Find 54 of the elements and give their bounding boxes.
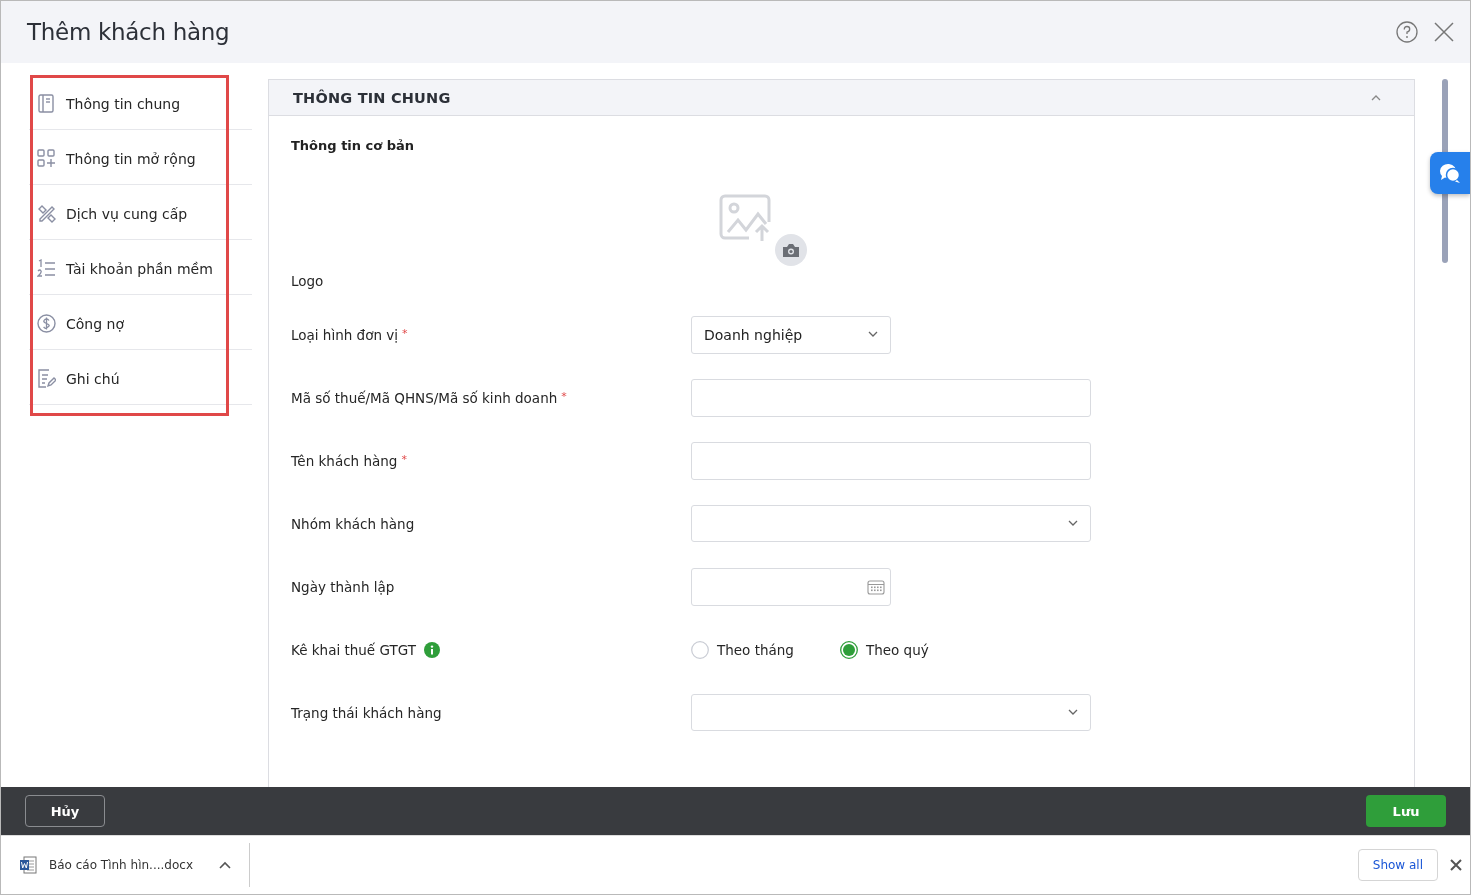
field-label: Ngày thành lập [291,578,395,595]
input-field[interactable] [691,441,1091,480]
caret-up-icon[interactable] [219,861,231,869]
chat-bubbles-icon [1438,162,1462,184]
sidebar-item[interactable]: Ghi chú [29,350,252,405]
book-icon [37,94,56,113]
dropdown-field[interactable]: Doanh nghiệp [691,315,891,354]
sidebar-item[interactable]: Công nợ [29,295,252,350]
sidebar-item[interactable]: Thông tin mở rộng [29,130,252,185]
chevron-down-icon [868,331,878,338]
section-header[interactable]: THÔNG TIN CHUNG [269,80,1414,116]
chevron-down-icon [1068,520,1078,527]
info-icon[interactable] [423,641,440,658]
sidebar-item[interactable]: Tài khoản phần mềm [29,240,252,295]
dialog-title: Thêm khách hàng [27,19,231,45]
download-file-name[interactable]: Báo cáo Tình hìn....docx [49,858,193,872]
chevron-down-icon [1068,709,1078,716]
field-label: Mã số thuế/Mã QHNS/Mã số kinh doanh [291,389,558,406]
pencil-ruler-icon [37,204,56,223]
field-label: Tên khách hàng [291,452,398,469]
numbered-list-icon [37,259,56,278]
date-field[interactable] [691,567,891,606]
dropdown-field[interactable] [691,505,1091,542]
grid-plus-icon [37,149,56,168]
dollar-circle-icon [37,314,56,333]
close-icon[interactable] [1450,859,1462,871]
required-mark: * [561,389,567,403]
note-edit-icon [37,369,56,388]
chevron-up-icon[interactable] [1371,93,1381,102]
show-all-button[interactable]: Show all [1357,849,1438,881]
field-label: Logo [291,273,324,289]
close-icon[interactable] [1434,22,1454,42]
cancel-button[interactable]: Hủy [25,795,105,827]
required-mark: * [401,452,407,466]
radio-icon[interactable] [691,640,709,659]
radio-label[interactable]: Theo tháng [717,641,794,658]
required-mark: * [402,326,408,340]
radio-label[interactable]: Theo quý [865,641,929,658]
field-label: Kê khai thuế GTGT [291,641,416,658]
camera-button[interactable] [775,233,807,266]
word-document-icon [19,856,37,874]
help-icon[interactable] [1396,21,1418,43]
section-subtitle: Thông tin cơ bản [291,138,416,153]
input-field[interactable] [691,378,1091,417]
radio-selected-icon[interactable] [839,640,858,659]
sidebar-item[interactable]: Dịch vụ cung cấp [29,185,252,240]
field-label: Nhóm khách hàng [291,515,415,532]
dropdown-field[interactable] [691,694,1091,731]
chat-button[interactable] [1430,152,1470,194]
sidebar-item[interactable]: Thông tin chung [29,75,252,130]
field-label: Trạng thái khách hàng [291,704,442,721]
field-label: Loại hình đơn vị [291,326,398,343]
camera-icon [782,242,800,257]
calendar-icon[interactable] [867,578,885,595]
